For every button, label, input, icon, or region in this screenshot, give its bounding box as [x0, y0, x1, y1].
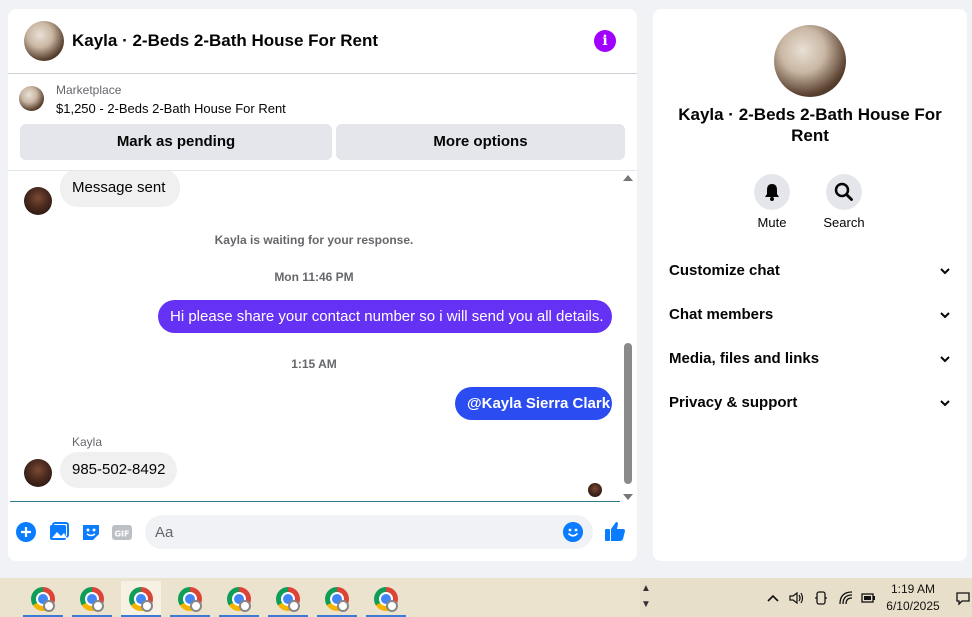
chevron-down-icon — [940, 356, 950, 363]
search-icon — [834, 182, 853, 201]
more-options-button[interactable]: More options — [336, 124, 625, 160]
conversation-avatar[interactable] — [24, 21, 64, 61]
section-media-files-links[interactable]: Media, files and links — [669, 347, 951, 371]
chrome-app-icon[interactable] — [72, 581, 112, 617]
chevron-up-icon[interactable] — [765, 590, 781, 606]
info-icon[interactable]: i — [594, 30, 616, 52]
chrome-app-icon[interactable] — [366, 581, 406, 617]
chrome-app-icon[interactable] — [170, 581, 210, 617]
photo-icon[interactable] — [48, 521, 70, 543]
plus-icon[interactable] — [15, 521, 37, 543]
device-icon[interactable] — [813, 590, 829, 606]
chevron-down-icon — [940, 312, 950, 319]
mark-as-pending-button[interactable]: Mark as pending — [20, 124, 332, 160]
waiting-notice: Kayla is waiting for your response. — [214, 233, 414, 247]
chrome-app-icon[interactable] — [23, 581, 63, 617]
chevron-down-icon — [940, 268, 950, 275]
search-label: Search — [823, 215, 865, 230]
wifi-icon[interactable] — [838, 590, 854, 606]
listing-title[interactable]: $1,250 - 2-Beds 2-Bath House For Rent — [56, 101, 286, 116]
sticker-icon[interactable] — [80, 521, 102, 543]
volume-icon[interactable] — [788, 590, 804, 606]
message-bubble[interactable]: Hi please share your contact number so i… — [158, 300, 612, 333]
listing-thumbnail[interactable] — [19, 86, 44, 111]
sender-name: Kayla — [72, 435, 103, 449]
emoji-icon[interactable] — [563, 522, 583, 542]
section-customize-chat[interactable]: Customize chat — [669, 259, 951, 283]
svg-text:GIF: GIF — [114, 530, 129, 539]
battery-icon[interactable] — [860, 590, 876, 606]
chrome-app-icon[interactable] — [121, 581, 161, 617]
timestamp: 1:15 AM — [291, 357, 337, 371]
message-bubble[interactable]: 985-502-8492 — [60, 452, 177, 488]
marketplace-banner: Marketplace $1,250 - 2-Beds 2-Bath House… — [8, 74, 637, 171]
mute-label: Mute — [757, 215, 787, 230]
scroll-up-arrow[interactable] — [623, 175, 633, 181]
gif-icon[interactable]: GIF — [111, 521, 133, 543]
bell-icon — [765, 184, 779, 201]
message-input[interactable] — [145, 515, 525, 549]
conversation-info-panel: Kayla · 2-Beds 2-Bath House For Rent Mut… — [653, 9, 967, 561]
info-avatar[interactable] — [774, 25, 846, 97]
taskbar: ▲ ▼ 1:19 AM 6/10/2025 — [0, 578, 972, 617]
section-label: Privacy & support — [669, 394, 798, 411]
section-label: Media, files and links — [669, 350, 820, 367]
notification-icon[interactable] — [955, 590, 971, 606]
mute-button[interactable] — [754, 174, 790, 210]
search-action[interactable]: Search — [814, 174, 874, 230]
chrome-app-icon[interactable] — [268, 581, 308, 617]
sender-avatar[interactable] — [24, 187, 52, 215]
section-label: Chat members — [669, 306, 774, 323]
search-button[interactable] — [826, 174, 862, 210]
system-clock[interactable]: 1:19 AM 6/10/2025 — [880, 581, 946, 615]
section-label: Customize chat — [669, 262, 780, 279]
clock-date: 6/10/2025 — [886, 599, 940, 613]
chevron-down-icon — [940, 400, 950, 407]
message-bubble[interactable]: @Kayla Sierra Clark — [455, 387, 612, 420]
scroll-down-arrow[interactable] — [623, 494, 633, 500]
message-bubble[interactable]: Message sent — [60, 171, 180, 207]
chat-panel: Kayla · 2-Beds 2-Bath House For Rent i M… — [8, 9, 637, 561]
scroll-thumb[interactable] — [624, 343, 632, 484]
timestamp: Mon 11:46 PM — [274, 270, 354, 284]
section-chat-members[interactable]: Chat members — [669, 303, 951, 327]
chrome-app-icon[interactable] — [219, 581, 259, 617]
chrome-app-icon[interactable] — [317, 581, 357, 617]
section-privacy-support[interactable]: Privacy & support — [669, 391, 951, 415]
seen-indicator-avatar — [588, 483, 602, 497]
conversation-title[interactable]: Kayla · 2-Beds 2-Bath House For Rent — [72, 31, 378, 51]
message-list[interactable]: Message sent Kayla is waiting for your r… — [8, 171, 620, 500]
info-title: Kayla · 2-Beds 2-Bath House For Rent — [678, 105, 942, 145]
mute-action[interactable]: Mute — [742, 174, 802, 230]
composer-divider — [10, 501, 620, 502]
taskbar-scroll-arrows[interactable]: ▲ ▼ — [641, 581, 651, 613]
message-input-wrapper — [145, 515, 593, 549]
taskbar-apps — [0, 578, 640, 617]
marketplace-label: Marketplace — [56, 83, 122, 97]
sender-avatar[interactable] — [24, 459, 52, 487]
scrollbar[interactable] — [622, 171, 634, 500]
clock-time: 1:19 AM — [890, 582, 936, 596]
chat-header: Kayla · 2-Beds 2-Bath House For Rent i — [8, 9, 637, 74]
thumbs-up-icon[interactable] — [604, 520, 626, 542]
